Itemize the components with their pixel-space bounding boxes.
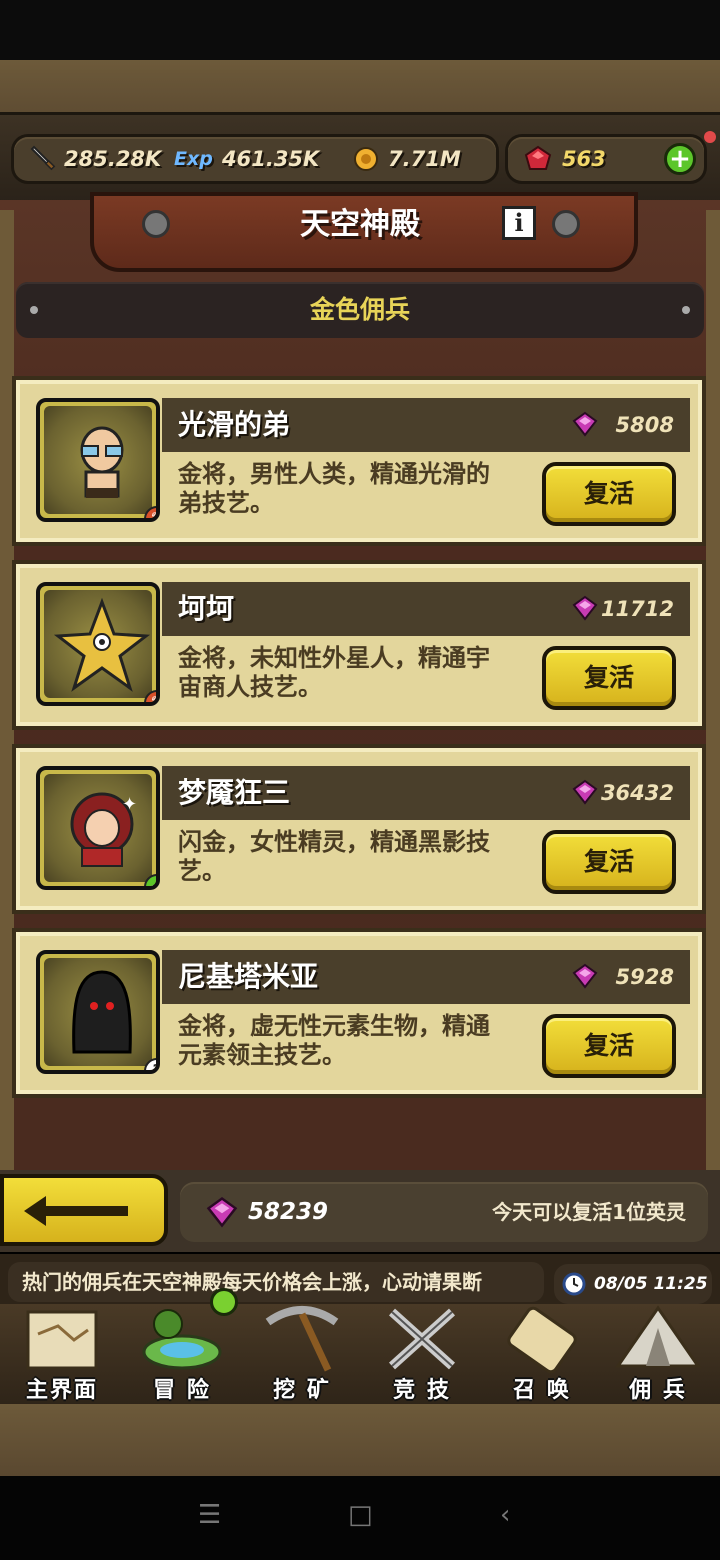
revive-button[interactable]: 复活 [542,1014,676,1078]
hero-portrait[interactable]: ✦ + [36,766,160,890]
exp-value: 461.35K [222,147,320,171]
back-icon[interactable]: ‹ [500,1500,510,1530]
hero-card: ? 尼基塔米亚 5928 金将，虚无性元素生物，精通元素领主技艺。 复活 [12,928,706,1098]
hero-name: 坷坷 [178,592,235,625]
hero-description: 金将，未知性外星人，精通宇宙商人技艺。 [178,644,490,701]
hero-card: ✎ 光滑的弟 5808 金将，男性人类，精通光滑的弟技艺。 复活 [12,376,706,546]
gold-value: 7.71M [388,147,461,171]
gem-icon [572,963,598,989]
nav-main[interactable]: 主界面 [4,1300,120,1404]
red-haired-girl-icon: ✦ [70,792,137,867]
back-button[interactable] [0,1174,168,1246]
gem-icon [572,779,598,805]
revive-button[interactable]: 复活 [542,830,676,894]
page-title: 天空神殿 [300,207,420,242]
bald-man-goggles-icon [80,426,124,498]
menu-icon[interactable]: ☰ [198,1500,221,1530]
nav-arena[interactable]: 竞 技 [364,1300,480,1404]
crossed-swords-icon [388,1308,456,1370]
resource-pill-ruby: 563 + [508,137,704,181]
nav-label: 主界面 [25,1378,98,1403]
notification-dot [704,131,716,143]
clock-icon [562,1272,586,1296]
hero-name-band: 尼基塔米亚 5928 [162,950,690,1004]
tent-icon [615,1305,701,1368]
hero-portrait[interactable]: ✎ [36,398,160,522]
hero-portrait[interactable]: ? [36,950,160,1074]
clock-text: 08/05 11:25 [594,1274,708,1294]
svg-text:✦: ✦ [122,794,137,815]
nav-mercenary[interactable]: 佣 兵 [600,1300,716,1404]
add-ruby-button[interactable]: + [664,143,696,175]
hero-description: 金将，男性人类，精通光滑的弟技艺。 [178,460,490,517]
home-icon[interactable]: □ [348,1500,373,1530]
shadow-hooded-icon [72,970,132,1054]
nav-label: 挖 矿 [273,1378,331,1403]
nav-adventure[interactable]: 冒 险 [124,1288,240,1404]
nav-label: 竞 技 [393,1378,451,1403]
hero-card: ✦ + 梦魇狂三 36432 闪金，女性精灵，精通黑影技艺。 复活 [12,744,706,914]
gem-icon [572,411,598,437]
news-ticker: 热门的佣兵在天空神殿每天价格会上涨，心动请果断 [22,1270,482,1294]
hero-portrait[interactable]: ✎ [36,582,160,706]
info-button[interactable]: i [502,206,536,240]
ruby-value: 563 [562,147,606,171]
hero-name-band: 梦魇狂三 36432 [162,766,690,820]
resource-pill-main: 285.28K Exp 461.35K 7.71M [14,137,496,181]
revive-button[interactable]: 复活 [542,646,676,710]
sword-icon [30,145,56,171]
attack-value: 285.28K [64,147,162,171]
nav-label: 召 唤 [513,1378,571,1403]
gem-icon [572,595,598,621]
revive-info-text: 今天可以复活1位英灵 [492,1200,686,1224]
hero-description: 金将，虚无性元素生物，精通元素领主技艺。 [178,1012,490,1069]
new-indicator-icon [210,1288,238,1316]
hero-name: 光滑的弟 [178,408,291,441]
gold-coin-icon [354,147,378,171]
nav-mining[interactable]: 挖 矿 [244,1300,360,1404]
map-scroll-icon [26,1310,98,1370]
status-strip [0,0,720,60]
scroll-icon [507,1306,577,1374]
hero-description: 闪金，女性精灵，精通黑影技艺。 [178,828,490,885]
arrow-left-icon [24,1196,128,1226]
hero-name-band: 光滑的弟 5808 [162,398,690,452]
hero-card: ✎ 坷坷 11712 金将，未知性外星人，精通宇宙商人技艺。 复活 [12,560,706,730]
panel-frame-right [706,210,720,1180]
hero-name-band: 坷坷 11712 [162,582,690,636]
total-gems-value: 58239 [248,1199,329,1225]
revive-button[interactable]: 复活 [542,462,676,526]
gem-icon [206,1196,238,1228]
nav-summon[interactable]: 召 唤 [484,1300,600,1404]
hero-price: 36432 [600,781,674,805]
island-icon [142,1309,222,1370]
hero-name: 梦魇狂三 [178,776,291,809]
hero-price: 5928 [615,965,674,989]
category-label: 金色佣兵 [309,295,410,324]
exp-icon: Exp [174,148,213,170]
nav-label: 佣 兵 [629,1378,687,1403]
ruby-icon [524,145,552,170]
hero-name: 尼基塔米亚 [178,960,319,993]
map-background-bottom [0,1404,720,1476]
hero-price: 11712 [600,597,674,621]
pickaxe-icon [265,1306,339,1372]
golden-star-alien-icon [53,597,151,692]
hero-price: 5808 [615,413,674,437]
nav-label: 冒 险 [153,1378,211,1403]
